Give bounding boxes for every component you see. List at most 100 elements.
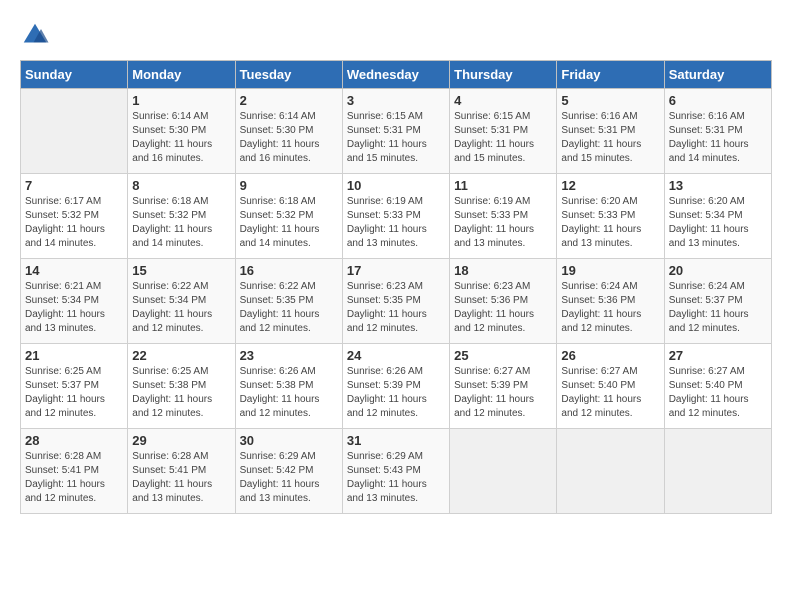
day-number: 24: [347, 348, 445, 363]
day-number: 23: [240, 348, 338, 363]
day-info: Sunrise: 6:25 AMSunset: 5:37 PMDaylight:…: [25, 365, 123, 421]
day-info: Sunrise: 6:14 AMSunset: 5:30 PMDaylight:…: [132, 110, 230, 166]
table-row: 5 Sunrise: 6:16 AMSunset: 5:31 PMDaylight…: [557, 89, 664, 174]
day-number: 21: [25, 348, 123, 363]
table-row: 14 Sunrise: 6:21 AMSunset: 5:34 PMDayligh…: [21, 259, 128, 344]
header-sunday: Sunday: [21, 61, 128, 89]
day-info: Sunrise: 6:27 AMSunset: 5:40 PMDaylight:…: [669, 365, 767, 421]
table-row: [21, 89, 128, 174]
week-row-2: 14 Sunrise: 6:21 AMSunset: 5:34 PMDayligh…: [21, 259, 772, 344]
day-number: 6: [669, 93, 767, 108]
day-info: Sunrise: 6:19 AMSunset: 5:33 PMDaylight:…: [454, 195, 552, 251]
table-row: 24 Sunrise: 6:26 AMSunset: 5:39 PMDayligh…: [342, 344, 449, 429]
day-number: 4: [454, 93, 552, 108]
day-number: 5: [561, 93, 659, 108]
table-row: 28 Sunrise: 6:28 AMSunset: 5:41 PMDayligh…: [21, 429, 128, 514]
day-number: 3: [347, 93, 445, 108]
day-info: Sunrise: 6:27 AMSunset: 5:39 PMDaylight:…: [454, 365, 552, 421]
table-row: 12Sunrise: 6:20 AMSunset: 5:33 PMDayligh…: [557, 174, 664, 259]
table-row: 9 Sunrise: 6:18 AMSunset: 5:32 PMDaylight…: [235, 174, 342, 259]
week-row-3: 21 Sunrise: 6:25 AMSunset: 5:37 PMDayligh…: [21, 344, 772, 429]
day-number: 31: [347, 433, 445, 448]
day-info: Sunrise: 6:24 AMSunset: 5:36 PMDaylight:…: [561, 280, 659, 336]
table-row: 31 Sunrise: 6:29 AMSunset: 5:43 PMDayligh…: [342, 429, 449, 514]
table-row: 4 Sunrise: 6:15 AMSunset: 5:31 PMDaylight…: [450, 89, 557, 174]
day-number: 8: [132, 178, 230, 193]
table-row: 8Sunrise: 6:18 AMSunset: 5:32 PMDaylight…: [128, 174, 235, 259]
table-row: [557, 429, 664, 514]
week-row-4: 28 Sunrise: 6:28 AMSunset: 5:41 PMDayligh…: [21, 429, 772, 514]
day-info: Sunrise: 6:29 AMSunset: 5:43 PMDaylight:…: [347, 450, 445, 506]
day-info: Sunrise: 6:26 AMSunset: 5:38 PMDaylight:…: [240, 365, 338, 421]
day-info: Sunrise: 6:18 AMSunset: 5:32 PMDaylight:…: [240, 195, 338, 251]
day-info: Sunrise: 6:24 AMSunset: 5:37 PMDaylight:…: [669, 280, 767, 336]
table-row: 26 Sunrise: 6:27 AMSunset: 5:40 PMDayligh…: [557, 344, 664, 429]
day-info: Sunrise: 6:28 AMSunset: 5:41 PMDaylight:…: [25, 450, 123, 506]
day-number: 22: [132, 348, 230, 363]
table-row: 3 Sunrise: 6:15 AMSunset: 5:31 PMDaylight…: [342, 89, 449, 174]
day-number: 1: [132, 93, 230, 108]
day-info: Sunrise: 6:16 AMSunset: 5:31 PMDaylight:…: [561, 110, 659, 166]
day-number: 17: [347, 263, 445, 278]
week-row-0: 1 Sunrise: 6:14 AMSunset: 5:30 PMDaylight…: [21, 89, 772, 174]
header-thursday: Thursday: [450, 61, 557, 89]
table-row: 16 Sunrise: 6:22 AMSunset: 5:35 PMDayligh…: [235, 259, 342, 344]
table-row: 7 Sunrise: 6:17 AMSunset: 5:32 PMDaylight…: [21, 174, 128, 259]
day-info: Sunrise: 6:17 AMSunset: 5:32 PMDaylight:…: [25, 195, 123, 251]
table-row: 10Sunrise: 6:19 AMSunset: 5:33 PMDayligh…: [342, 174, 449, 259]
table-row: 30 Sunrise: 6:29 AMSunset: 5:42 PMDayligh…: [235, 429, 342, 514]
table-row: 19 Sunrise: 6:24 AMSunset: 5:36 PMDayligh…: [557, 259, 664, 344]
table-row: 27 Sunrise: 6:27 AMSunset: 5:40 PMDayligh…: [664, 344, 771, 429]
day-info: Sunrise: 6:20 AMSunset: 5:34 PMDaylight:…: [669, 195, 767, 251]
day-info: Sunrise: 6:15 AMSunset: 5:31 PMDaylight:…: [454, 110, 552, 166]
table-row: 18 Sunrise: 6:23 AMSunset: 5:36 PMDayligh…: [450, 259, 557, 344]
table-row: 22 Sunrise: 6:25 AMSunset: 5:38 PMDayligh…: [128, 344, 235, 429]
day-number: 28: [25, 433, 123, 448]
table-row: [664, 429, 771, 514]
day-info: Sunrise: 6:22 AMSunset: 5:35 PMDaylight:…: [240, 280, 338, 336]
table-row: 13 Sunrise: 6:20 AMSunset: 5:34 PMDayligh…: [664, 174, 771, 259]
day-number: 27: [669, 348, 767, 363]
day-info: Sunrise: 6:15 AMSunset: 5:31 PMDaylight:…: [347, 110, 445, 166]
day-number: 29: [132, 433, 230, 448]
day-number: 19: [561, 263, 659, 278]
day-number: 18: [454, 263, 552, 278]
header-friday: Friday: [557, 61, 664, 89]
day-number: 9: [240, 178, 338, 193]
header-row: Sunday Monday Tuesday Wednesday Thursday…: [21, 61, 772, 89]
logo-icon: [20, 20, 50, 50]
day-info: Sunrise: 6:21 AMSunset: 5:34 PMDaylight:…: [25, 280, 123, 336]
header-monday: Monday: [128, 61, 235, 89]
header-saturday: Saturday: [664, 61, 771, 89]
day-number: 12: [561, 178, 659, 193]
table-row: 15 Sunrise: 6:22 AMSunset: 5:34 PMDayligh…: [128, 259, 235, 344]
day-info: Sunrise: 6:23 AMSunset: 5:35 PMDaylight:…: [347, 280, 445, 336]
table-row: [450, 429, 557, 514]
day-info: Sunrise: 6:22 AMSunset: 5:34 PMDaylight:…: [132, 280, 230, 336]
day-info: Sunrise: 6:25 AMSunset: 5:38 PMDaylight:…: [132, 365, 230, 421]
table-row: 29Sunrise: 6:28 AMSunset: 5:41 PMDayligh…: [128, 429, 235, 514]
day-number: 26: [561, 348, 659, 363]
day-number: 14: [25, 263, 123, 278]
day-number: 7: [25, 178, 123, 193]
day-info: Sunrise: 6:29 AMSunset: 5:42 PMDaylight:…: [240, 450, 338, 506]
day-number: 13: [669, 178, 767, 193]
day-number: 16: [240, 263, 338, 278]
header-tuesday: Tuesday: [235, 61, 342, 89]
day-info: Sunrise: 6:23 AMSunset: 5:36 PMDaylight:…: [454, 280, 552, 336]
table-row: 1 Sunrise: 6:14 AMSunset: 5:30 PMDaylight…: [128, 89, 235, 174]
calendar-table: Sunday Monday Tuesday Wednesday Thursday…: [20, 60, 772, 514]
day-info: Sunrise: 6:26 AMSunset: 5:39 PMDaylight:…: [347, 365, 445, 421]
day-info: Sunrise: 6:19 AMSunset: 5:33 PMDaylight:…: [347, 195, 445, 251]
calendar-body: 1 Sunrise: 6:14 AMSunset: 5:30 PMDaylight…: [21, 89, 772, 514]
day-number: 2: [240, 93, 338, 108]
day-number: 11: [454, 178, 552, 193]
day-number: 20: [669, 263, 767, 278]
day-info: Sunrise: 6:27 AMSunset: 5:40 PMDaylight:…: [561, 365, 659, 421]
day-info: Sunrise: 6:16 AMSunset: 5:31 PMDaylight:…: [669, 110, 767, 166]
day-number: 15: [132, 263, 230, 278]
header-wednesday: Wednesday: [342, 61, 449, 89]
day-number: 30: [240, 433, 338, 448]
page-header: [20, 20, 772, 50]
day-number: 25: [454, 348, 552, 363]
